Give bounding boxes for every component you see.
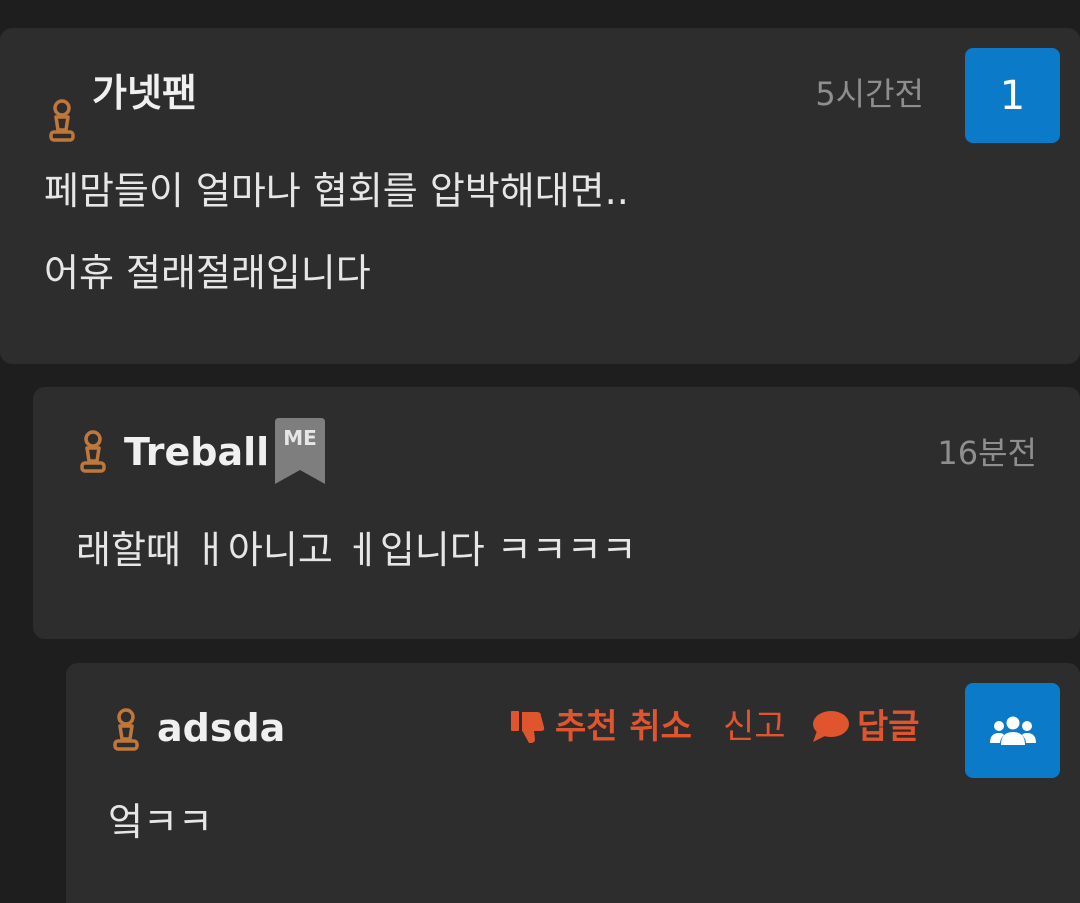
comment-card: adsda 추천 취소 신고 답글 엌ㅋㅋ bbox=[66, 663, 1080, 903]
rank-pawn-icon bbox=[80, 430, 106, 473]
comment-line: 엌ㅋㅋ bbox=[108, 800, 213, 844]
reply-button[interactable]: 답글 bbox=[811, 705, 920, 749]
comment-line: 어휴 절래절래입니다 bbox=[44, 251, 371, 295]
me-tag: ME bbox=[275, 418, 325, 486]
comment-line: 페맘들이 얼마나 협회를 압박해대면.. bbox=[44, 169, 629, 213]
me-tag-label: ME bbox=[283, 426, 317, 450]
report-button[interactable]: 신고 bbox=[723, 705, 786, 749]
comment-username[interactable]: adsda bbox=[157, 705, 285, 751]
comment-time: 16분전 bbox=[937, 434, 1037, 472]
comment-time: 5시간전 bbox=[815, 75, 924, 113]
reply-label: 답글 bbox=[857, 707, 920, 747]
speech-bubble-icon bbox=[813, 711, 849, 742]
users-icon bbox=[989, 716, 1036, 745]
comment-card: 가넷팬 5시간전 1 페맘들이 얼마나 협회를 압박해대면.. 어휴 절래절래입… bbox=[0, 28, 1080, 364]
comment-card: Treball ME 16분전 래할때 ㅐ아니고 ㅔ입니다 ㅋㅋㅋㅋ bbox=[33, 387, 1080, 639]
reply-count: 1 bbox=[999, 72, 1026, 119]
thumbs-down-icon bbox=[511, 711, 545, 743]
report-label: 신고 bbox=[723, 707, 786, 747]
unrecommend-label: 추천 취소 bbox=[555, 707, 692, 747]
unrecommend-button[interactable]: 추천 취소 bbox=[509, 705, 692, 749]
group-button[interactable] bbox=[965, 683, 1060, 778]
reply-count-button[interactable]: 1 bbox=[965, 48, 1060, 143]
comment-username[interactable]: Treball bbox=[124, 429, 269, 475]
comment-username[interactable]: 가넷팬 bbox=[92, 70, 197, 116]
rank-pawn-icon bbox=[113, 708, 139, 751]
comment-line: 래할때 ㅐ아니고 ㅔ입니다 ㅋㅋㅋㅋ bbox=[76, 528, 637, 572]
rank-pawn-icon bbox=[49, 99, 75, 142]
